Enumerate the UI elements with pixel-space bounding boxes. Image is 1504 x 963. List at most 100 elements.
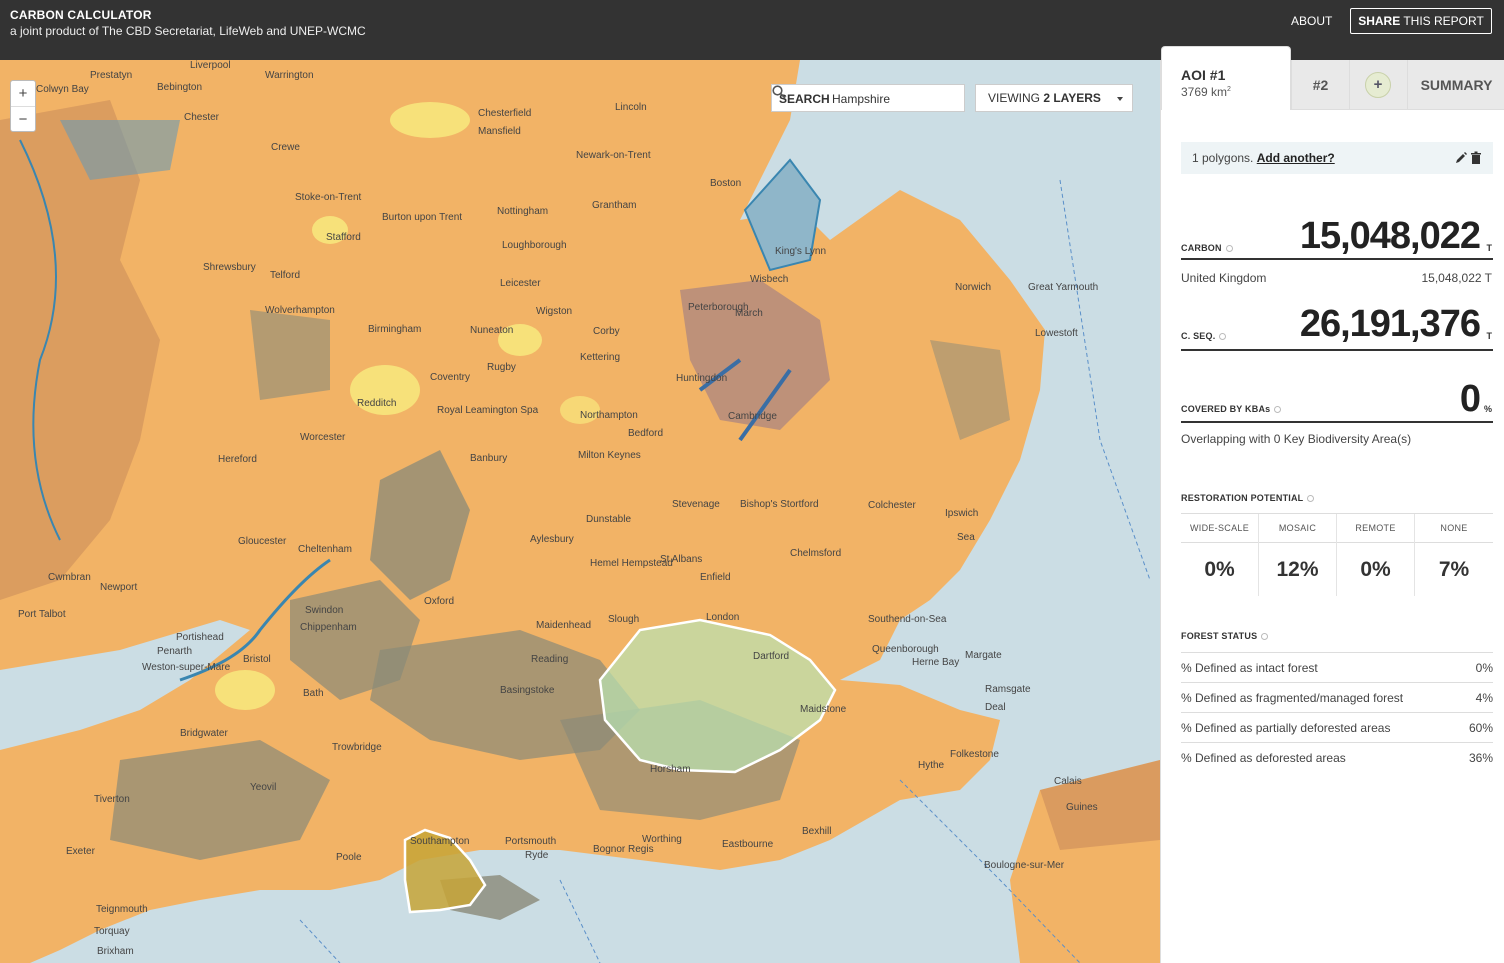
map-place-label: Colchester xyxy=(868,500,916,511)
forest-row: % Defined as intact forest 0% xyxy=(1181,652,1493,682)
aoi-tabs: #2 + SUMMARY AOI #1 3769 km2 xyxy=(1161,46,1504,110)
search-input[interactable]: Hampshire xyxy=(832,92,890,106)
forest-row: % Defined as partially deforested areas … xyxy=(1181,712,1493,742)
carbon-unit: T xyxy=(1486,243,1493,253)
map-place-label: Portsmouth xyxy=(505,836,557,847)
search-icon[interactable] xyxy=(772,85,786,99)
map-place-label: Warrington xyxy=(265,70,314,81)
map-place-label: Cambridge xyxy=(728,411,777,422)
map-place-label: Reading xyxy=(531,654,569,665)
restoration-head: MOSAIC xyxy=(1259,514,1336,543)
map-place-label: Weston-super-Mare xyxy=(142,662,231,673)
map-place-label: Peterborough xyxy=(688,302,749,313)
app-title: CARBON CALCULATOR xyxy=(10,8,152,22)
share-report-button[interactable]: SHARE THIS REPORT xyxy=(1350,8,1492,34)
carbon-value: 15,048,022 xyxy=(1299,215,1481,257)
map-place-label: Chesterfield xyxy=(478,108,532,119)
report-sidebar: #2 + SUMMARY AOI #1 3769 km2 1 polygons.… xyxy=(1160,46,1504,963)
map-place-label: Corby xyxy=(593,326,620,337)
map-place-label: Exeter xyxy=(66,846,95,857)
info-icon[interactable] xyxy=(1274,406,1282,414)
map-place-label: Worthing xyxy=(642,834,682,845)
map-place-label: Torquay xyxy=(94,926,130,937)
map-place-label: Mansfield xyxy=(478,126,521,137)
about-link[interactable]: ABOUT xyxy=(1291,14,1332,28)
tab-aoi-2[interactable]: #2 xyxy=(1291,60,1349,110)
map-place-label: Telford xyxy=(270,270,301,281)
layers-dropdown[interactable]: VIEWING 2 LAYERS xyxy=(975,84,1133,112)
plus-icon[interactable]: + xyxy=(1365,72,1391,98)
restoration-col-remote: REMOTE 0% xyxy=(1337,514,1415,596)
map-place-label: Aylesbury xyxy=(530,534,574,545)
map-place-label: Eastbourne xyxy=(722,839,774,850)
map-place-label: Newport xyxy=(100,582,138,593)
search-box[interactable]: SEARCH Hampshire xyxy=(771,84,965,112)
map-place-label: Deal xyxy=(985,702,1006,713)
polygons-count: 1 polygons. xyxy=(1192,151,1257,165)
forest-row-label: % Defined as deforested areas xyxy=(1181,751,1346,765)
map-place-label: Banbury xyxy=(470,453,508,464)
map-place-label: Enfield xyxy=(700,572,731,583)
map-place-label: Ipswich xyxy=(945,508,979,519)
kba-rule xyxy=(1181,421,1493,423)
map-place-label: Bebington xyxy=(157,82,203,93)
map-place-label: Margate xyxy=(965,650,1002,661)
map-place-label: Milton Keynes xyxy=(578,450,641,461)
tab-add-aoi[interactable]: + xyxy=(1349,60,1407,110)
map-place-label: Crewe xyxy=(271,142,300,153)
carbon-rule xyxy=(1181,258,1493,260)
map-place-label: Colwyn Bay xyxy=(36,84,89,95)
forest-row: % Defined as fragmented/managed forest 4… xyxy=(1181,682,1493,712)
map-place-label: Birmingham xyxy=(368,324,422,335)
map-place-label: Stevenage xyxy=(672,499,720,510)
map-place-label: Liverpool xyxy=(190,60,231,71)
kba-value: 0 xyxy=(1459,378,1481,420)
forest-row-value: 36% xyxy=(1468,751,1493,765)
forest-title: FOREST STATUS xyxy=(1181,631,1269,641)
brand[interactable]: CARBON CALCULATOR a joint product of The… xyxy=(10,8,366,38)
map-place-label: Gloucester xyxy=(238,536,287,547)
aoi-area: 3769 km2 xyxy=(1181,85,1231,99)
info-icon[interactable] xyxy=(1261,633,1269,641)
carbon-label-text: CARBON xyxy=(1181,243,1222,253)
cseq-rule xyxy=(1181,349,1493,351)
tab-aoi-1[interactable]: AOI #1 3769 km2 xyxy=(1161,46,1291,110)
restoration-col-wide-scale: WIDE-SCALE 0% xyxy=(1181,514,1259,596)
map-place-label: Slough xyxy=(608,614,640,625)
map-place-label: Sea xyxy=(957,532,975,543)
aoi-title: AOI #1 xyxy=(1181,67,1226,83)
polygons-bar: 1 polygons. Add another? xyxy=(1181,142,1493,174)
kba-label: COVERED BY KBAs xyxy=(1181,404,1282,414)
map-place-label: Bishop's Stortford xyxy=(740,499,819,510)
map-canvas[interactable]: + − SEARCH Hampshire VIEWING 2 LAYERS Pr… xyxy=(0,60,1160,963)
kba-label-text: COVERED BY KBAs xyxy=(1181,404,1271,414)
cseq-unit: T xyxy=(1486,331,1493,341)
map-place-label: Huntingdon xyxy=(676,373,728,384)
carbon-label: CARBON xyxy=(1181,243,1233,253)
edit-pencil-icon[interactable] xyxy=(1456,152,1467,163)
info-icon[interactable] xyxy=(1219,333,1227,341)
info-icon[interactable] xyxy=(1225,245,1233,253)
aoi-area-value: 3769 km xyxy=(1181,85,1228,99)
map-place-label: Hythe xyxy=(918,760,945,771)
map-place-label: Southend-on-Sea xyxy=(868,614,947,625)
map-place-label: Nuneaton xyxy=(470,325,514,336)
restoration-table: WIDE-SCALE 0% MOSAIC 12% REMOTE 0% NONE … xyxy=(1181,513,1493,596)
map-place-label: Rugby xyxy=(487,362,516,373)
add-polygon-link[interactable]: Add another? xyxy=(1257,151,1335,165)
tab-summary[interactable]: SUMMARY xyxy=(1407,60,1504,110)
restoration-col-mosaic: MOSAIC 12% xyxy=(1259,514,1337,596)
map-place-label: Tiverton xyxy=(94,794,130,805)
map-place-label: Stoke-on-Trent xyxy=(295,192,362,203)
chevron-down-icon xyxy=(1117,97,1123,101)
trash-icon[interactable] xyxy=(1471,151,1481,165)
map-place-label: Shrewsbury xyxy=(203,262,256,273)
map-place-label: Leicester xyxy=(500,278,541,289)
map-place-label: Southampton xyxy=(410,836,470,847)
info-icon[interactable] xyxy=(1307,495,1315,503)
zoom-in-button[interactable]: + xyxy=(11,81,35,106)
forest-row-label: % Defined as partially deforested areas xyxy=(1181,721,1391,735)
forest-row: % Defined as deforested areas 36% xyxy=(1181,742,1493,772)
zoom-out-button[interactable]: − xyxy=(11,106,35,131)
map-place-label: Dartford xyxy=(753,651,790,662)
